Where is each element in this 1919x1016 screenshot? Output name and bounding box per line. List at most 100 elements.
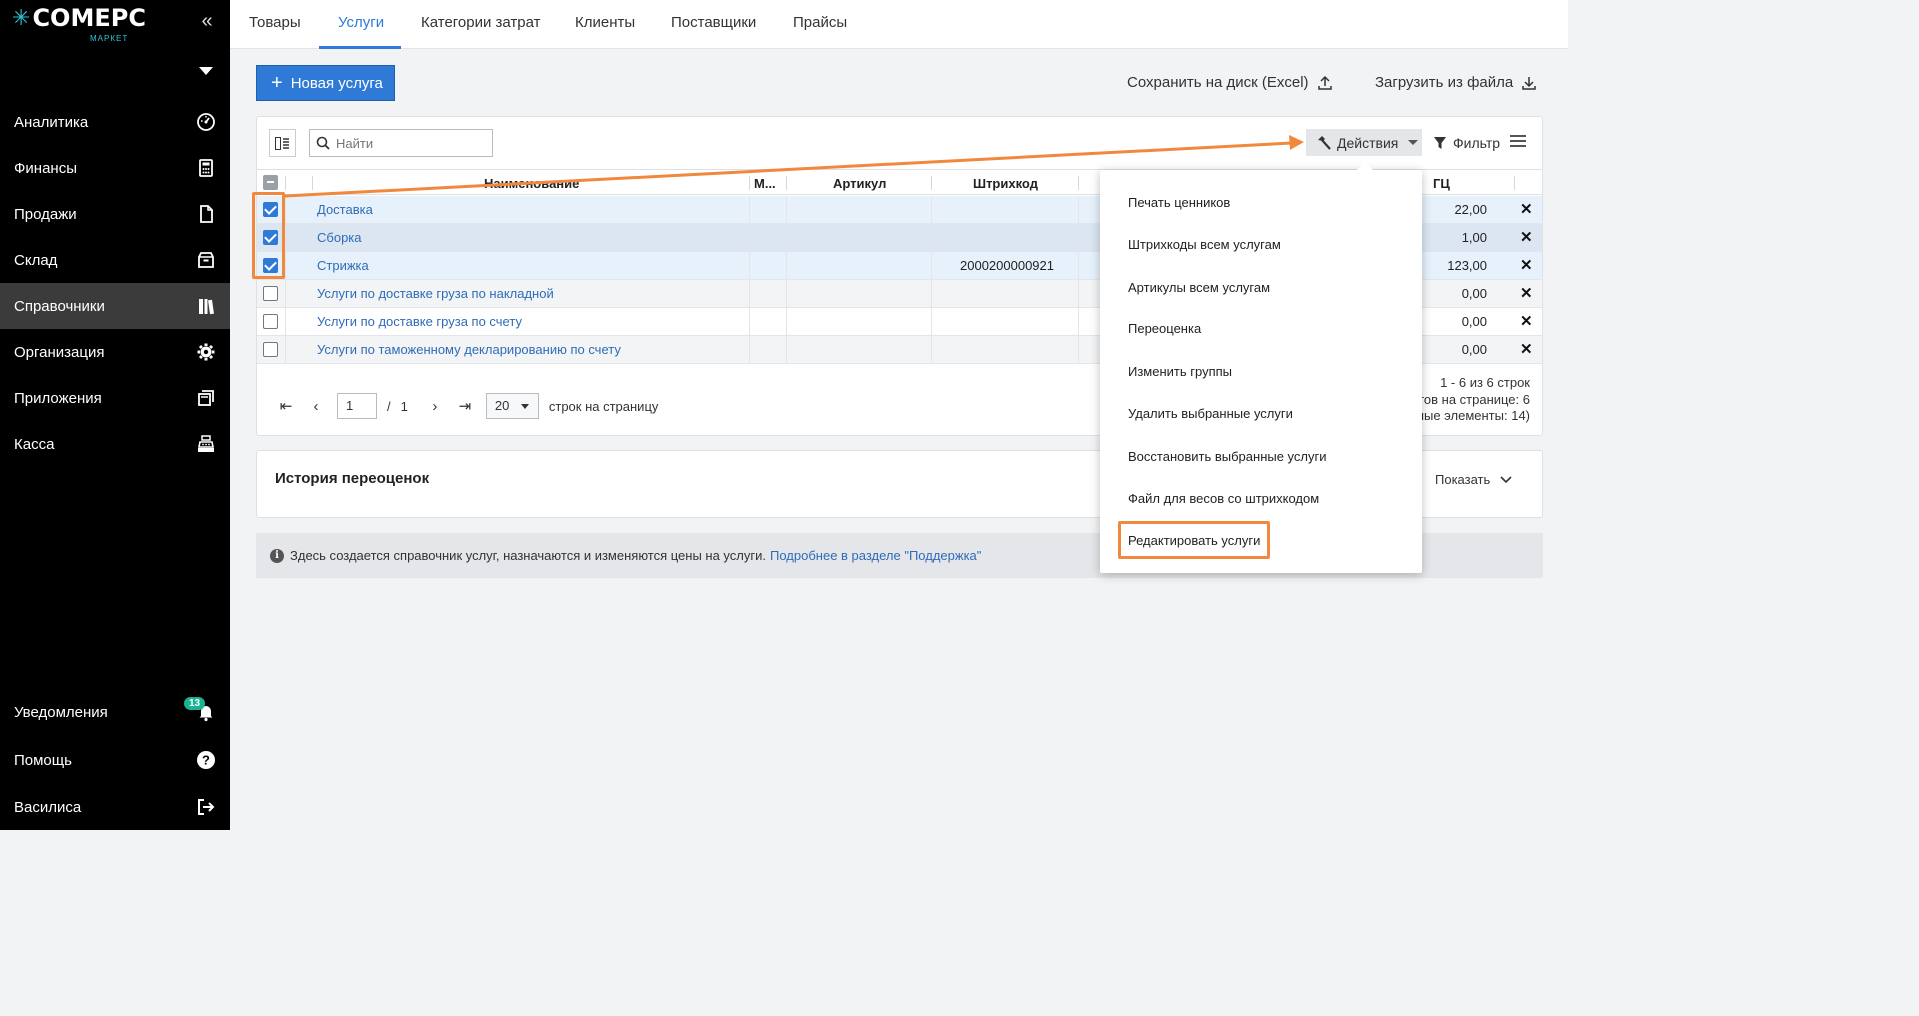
delete-row-icon[interactable]: ✕	[1520, 256, 1533, 274]
menu-item-change-groups[interactable]: Изменить группы	[1128, 364, 1232, 379]
filter-button[interactable]: Фильтр	[1433, 135, 1500, 151]
search-box[interactable]	[309, 129, 493, 157]
row-price: 1,00	[1461, 230, 1487, 245]
load-from-file-button[interactable]: Загрузить из файла	[1375, 74, 1537, 91]
search-icon	[316, 136, 330, 150]
menu-item-print-price-tags[interactable]: Печать ценников	[1128, 195, 1230, 210]
account-dropdown-icon[interactable]	[199, 67, 213, 75]
download-icon	[1522, 76, 1536, 90]
page-size-select[interactable]: 20	[485, 393, 539, 419]
sidebar-item-label: Организация	[14, 343, 105, 361]
page-size-value: 20	[494, 398, 510, 413]
delete-row-icon[interactable]: ✕	[1520, 228, 1533, 246]
box-icon	[198, 252, 214, 268]
sidebar-item-user[interactable]: Василиса	[0, 784, 230, 830]
row-checkbox[interactable]	[263, 342, 278, 357]
sidebar-item-finance[interactable]: Финансы	[0, 145, 230, 191]
sidebar-item-sales[interactable]: Продажи	[0, 191, 230, 237]
sidebar-item-cashbox[interactable]: Касса	[0, 421, 230, 467]
row-name-link[interactable]: Доставка	[317, 202, 373, 217]
last-page-icon[interactable]: ⇥	[456, 397, 474, 415]
sidebar-item-label: Склад	[14, 251, 58, 269]
sidebar-item-references[interactable]: Справочники	[0, 283, 230, 329]
menu-item-skus-all[interactable]: Артикулы всем услугам	[1128, 280, 1270, 295]
column-header-name[interactable]: Наименование	[484, 176, 579, 191]
tab-suppliers[interactable]: Поставщики	[671, 14, 756, 31]
pagination: ⇤ ‹ 1 / 1 › ⇥ 20 строк на страницу	[277, 393, 658, 419]
sidebar-item-notifications[interactable]: Уведомления	[0, 689, 230, 735]
logo-subtitle: МАРКЕТ	[90, 34, 129, 43]
row-checkbox[interactable]	[263, 314, 278, 329]
support-link[interactable]: Подробнее в разделе "Поддержка"	[770, 548, 981, 563]
column-header-sku[interactable]: Артикул	[833, 176, 886, 191]
delete-row-icon[interactable]: ✕	[1520, 312, 1533, 330]
delete-row-icon[interactable]: ✕	[1520, 340, 1533, 358]
row-price: 0,00	[1461, 314, 1487, 329]
save-excel-button[interactable]: Сохранить на диск (Excel)	[1127, 74, 1333, 91]
columns-icon	[275, 136, 289, 150]
hamburger-menu-icon[interactable]	[1510, 134, 1526, 148]
hammer-icon	[1318, 135, 1331, 150]
collapse-sidebar-icon[interactable]: «	[196, 10, 218, 32]
menu-item-barcodes-all[interactable]: Штрихкоды всем услугам	[1128, 237, 1281, 252]
tab-services[interactable]: Услуги	[338, 14, 384, 31]
notifications-count-badge: 13	[184, 697, 206, 710]
row-price: 0,00	[1461, 342, 1487, 357]
sidebar-item-analytics[interactable]: Аналитика	[0, 99, 230, 145]
delete-row-icon[interactable]: ✕	[1520, 200, 1533, 218]
next-page-icon[interactable]: ›	[426, 398, 444, 415]
delete-row-icon[interactable]: ✕	[1520, 284, 1533, 302]
chevron-down-icon	[1500, 475, 1512, 483]
menu-item-revaluation[interactable]: Переоценка	[1128, 321, 1201, 336]
pagination-summary: 1 - 6 из 6 строк тов на странице: 6 ные …	[1417, 375, 1530, 425]
info-icon: i	[270, 548, 284, 563]
search-input[interactable]	[336, 135, 486, 151]
row-name-link[interactable]: Услуги по доставке груза по накладной	[317, 286, 554, 301]
column-header-barcode[interactable]: Штрихкод	[973, 176, 1038, 191]
chevron-down-icon	[1408, 140, 1419, 145]
sidebar-item-label: Продажи	[14, 205, 77, 223]
active-tab-indicator	[319, 46, 401, 49]
logo-text: COMEPC	[32, 4, 146, 32]
tab-products[interactable]: Товары	[249, 14, 301, 31]
column-header-price[interactable]: ГЦ	[1433, 176, 1450, 191]
load-from-file-label: Загрузить из файла	[1375, 74, 1514, 91]
rows-summary: 1 - 6 из 6 строк	[1440, 375, 1530, 390]
menu-item-delete-selected[interactable]: Удалить выбранные услуги	[1128, 406, 1293, 421]
row-barcode: 2000200000921	[960, 258, 1054, 273]
sidebar-item-label: Василиса	[14, 798, 82, 816]
row-name-link[interactable]: Сборка	[317, 230, 362, 245]
row-price: 0,00	[1461, 286, 1487, 301]
column-header-m[interactable]: М...	[754, 176, 776, 191]
first-page-icon[interactable]: ⇤	[277, 397, 295, 415]
menu-item-restore-selected[interactable]: Восстановить выбранные услуги	[1128, 449, 1327, 464]
help-icon: ?	[197, 751, 215, 769]
row-name-link[interactable]: Стрижка	[317, 258, 369, 273]
page-number-input[interactable]: 1	[337, 393, 377, 419]
sidebar-item-help[interactable]: Помощь ?	[0, 737, 230, 783]
sidebar-item-label: Аналитика	[14, 113, 89, 131]
row-name-link[interactable]: Услуги по доставке груза по счету	[317, 314, 522, 329]
select-all-checkbox[interactable]	[263, 175, 278, 190]
columns-toggle-button[interactable]	[269, 129, 296, 157]
prev-page-icon[interactable]: ‹	[307, 398, 325, 415]
logo[interactable]: ✳ COMEPC МАРКЕТ	[12, 4, 146, 43]
sidebar-item-label: Приложения	[14, 389, 102, 407]
sidebar-item-apps[interactable]: Приложения	[0, 375, 230, 421]
actions-dropdown-button[interactable]: Действия	[1306, 129, 1422, 156]
tab-clients[interactable]: Клиенты	[575, 14, 635, 31]
show-history-button[interactable]: Показать	[1435, 472, 1512, 487]
info-text: Здесь создается справочник услуг, назнач…	[290, 548, 766, 563]
sidebar-item-organization[interactable]: Организация	[0, 329, 230, 375]
row-checkbox[interactable]	[263, 286, 278, 301]
sidebar-item-label: Финансы	[14, 159, 77, 177]
row-name-link[interactable]: Услуги по таможенному декларированию по …	[317, 342, 621, 357]
page-separator: /	[387, 398, 391, 414]
tab-expense-categories[interactable]: Категории затрат	[421, 14, 541, 31]
sidebar: ✳ COMEPC МАРКЕТ « Аналитика Финансы Прода…	[0, 0, 230, 830]
actions-label: Действия	[1337, 134, 1399, 151]
new-service-button[interactable]: + Новая услуга	[256, 65, 395, 101]
sidebar-item-warehouse[interactable]: Склад	[0, 237, 230, 283]
menu-item-scale-file[interactable]: Файл для весов со штрихкодом	[1128, 491, 1319, 506]
tab-price-lists[interactable]: Прайсы	[793, 14, 847, 31]
